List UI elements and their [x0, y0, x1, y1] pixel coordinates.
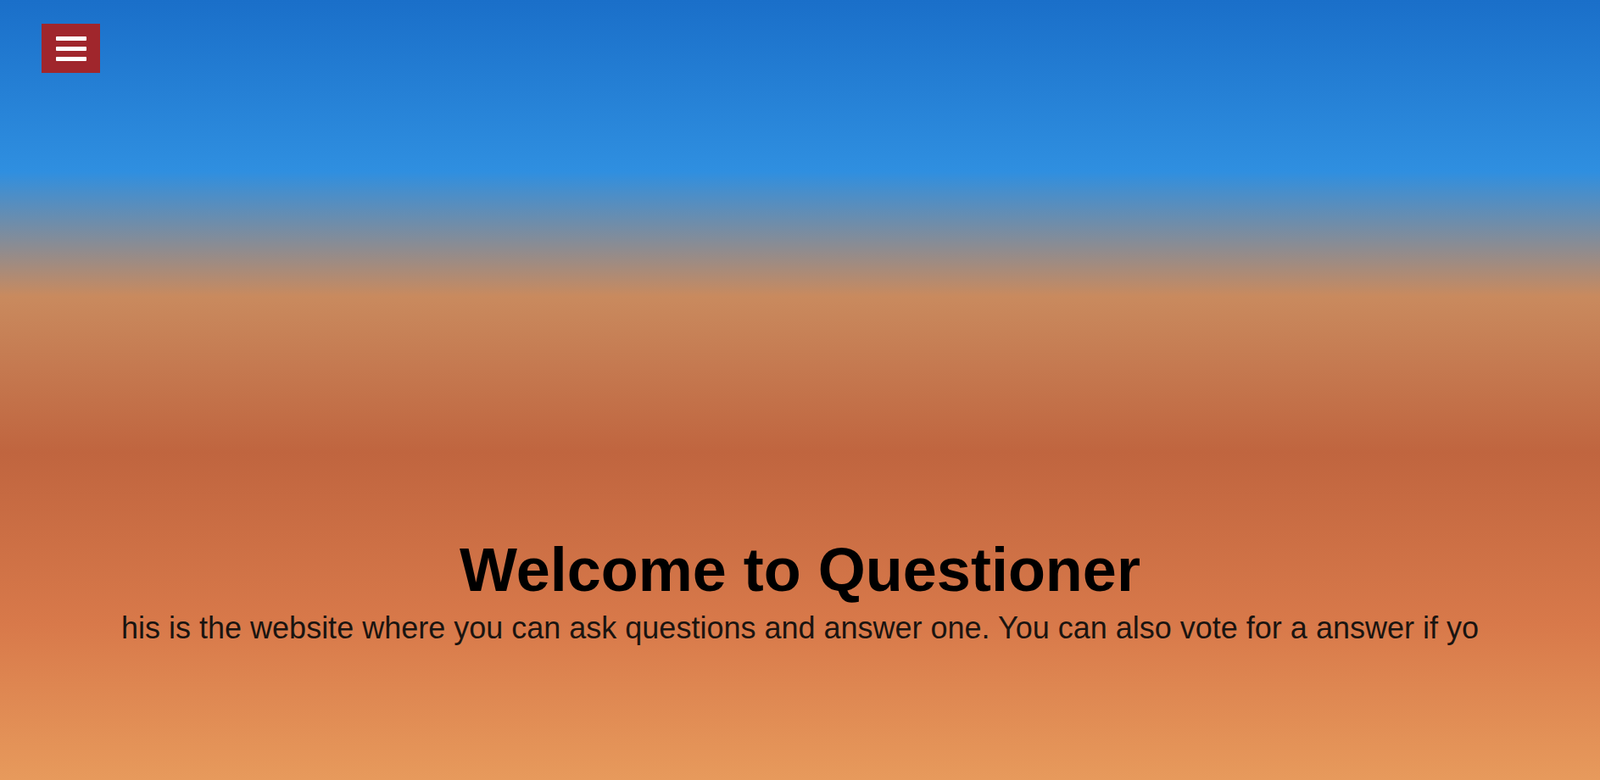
menu-bar-icon	[55, 36, 87, 41]
hero-subtitle: his is the website where you can ask que…	[121, 608, 1479, 647]
menu-bar-icon	[55, 46, 87, 51]
hero: Welcome to Questioner his is the website …	[0, 539, 1600, 647]
landing-page: Welcome to Questioner his is the website …	[0, 0, 1600, 780]
menu-button[interactable]	[41, 23, 101, 73]
menu-bar-icon	[55, 56, 87, 62]
hero-title: Welcome to Questioner	[459, 539, 1141, 601]
top-bar	[0, 0, 1600, 73]
